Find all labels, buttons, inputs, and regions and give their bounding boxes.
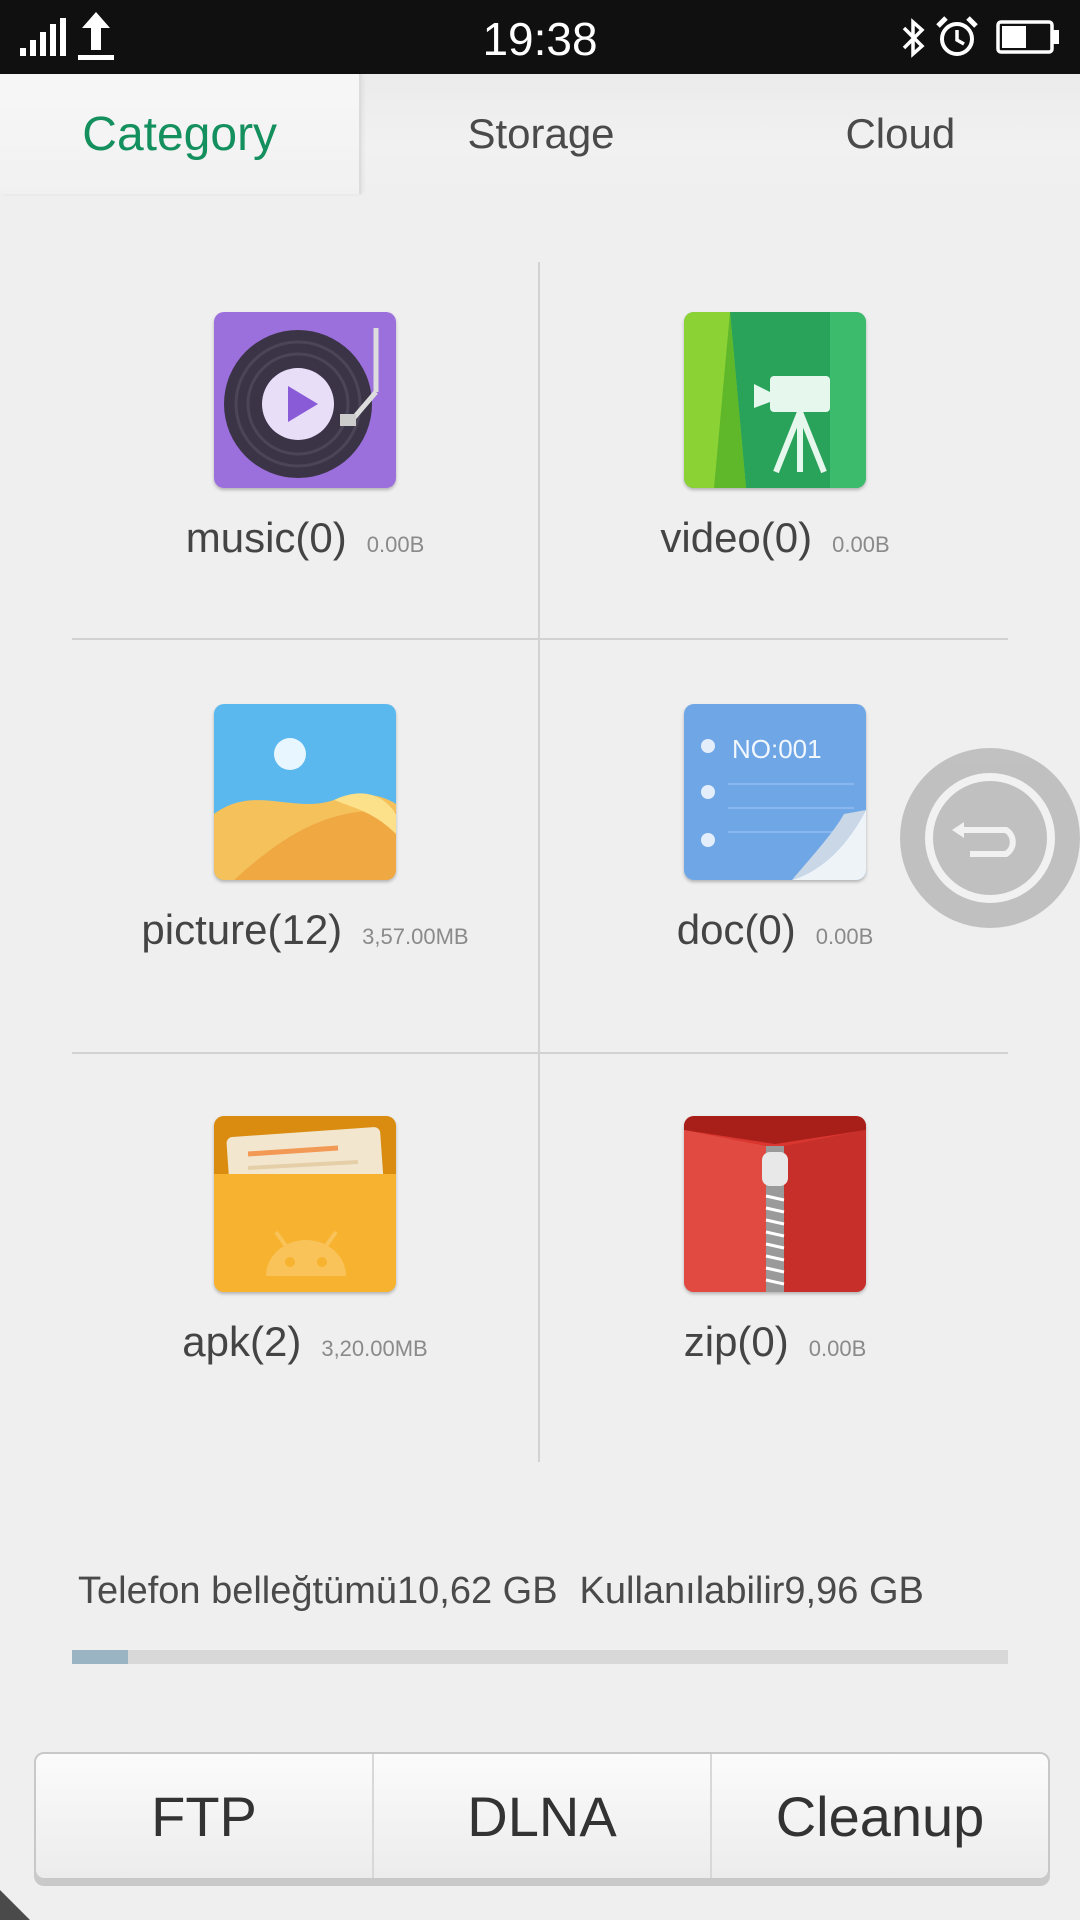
storage-usage-fill [72,1650,129,1664]
grid-divider-vertical [538,262,540,1462]
category-video[interactable]: video(0) 0.00B [542,262,1008,674]
category-size: 0.00B [366,532,425,557]
status-bar: 19:38 [0,0,1080,74]
category-label: apk(2) [182,1318,302,1365]
category-size: 0.00B [832,532,890,557]
category-label: doc(0) [676,906,796,953]
category-label: video(0) [660,514,813,561]
category-size: 3,20.00MB [321,1336,428,1361]
picture-icon [214,704,396,880]
alarm-icon [936,16,978,56]
storage-summary: Telefon belleğtümü10,62 GB Kullanılabilir… [78,1570,924,1613]
storage-total: Telefon belleğtümü10,62 GB [78,1570,558,1612]
music-icon [214,312,396,488]
category-size: 0.00B [808,1336,867,1361]
battery-icon [996,20,1059,54]
doc-icon: NO:001 [684,704,866,880]
apk-icon [214,1116,396,1292]
category-size: 3,57.00MB [362,924,469,949]
storage-usage-bar [72,1650,1008,1664]
video-icon [684,312,866,488]
category-label: music(0) [185,514,347,561]
tab-storage[interactable]: Storage [361,74,720,194]
back-arrow-icon [925,773,1055,903]
bluetooth-icon [902,18,925,58]
tab-cloud[interactable]: Cloud [721,74,1080,194]
category-grid: music(0) 0.00B video(0) 0.00B picture(12… [72,262,1008,1462]
floating-back-button[interactable] [900,748,1080,928]
category-label: zip(0) [683,1318,789,1365]
cleanup-button[interactable]: Cleanup [710,1754,1048,1878]
category-label: picture(12) [141,906,343,953]
category-zip[interactable]: zip(0) 0.00B [542,1066,1008,1478]
dlna-button[interactable]: DLNA [372,1754,710,1878]
corner-decoration [0,1890,30,1920]
storage-available: Kullanılabilir9,96 GB [579,1570,924,1612]
tab-bar: Category Storage Cloud [0,74,1080,194]
tab-category[interactable]: Category [0,74,362,194]
bottom-action-bar: FTP DLNA Cleanup [34,1752,1050,1880]
doc-icon-text: NO:001 [732,734,822,764]
category-picture[interactable]: picture(12) 3,57.00MB [72,654,538,1066]
category-apk[interactable]: apk(2) 3,20.00MB [72,1066,538,1478]
category-music[interactable]: music(0) 0.00B [72,262,538,674]
zip-icon [684,1116,866,1292]
ftp-button[interactable]: FTP [36,1754,372,1878]
category-size: 0.00B [815,924,874,949]
